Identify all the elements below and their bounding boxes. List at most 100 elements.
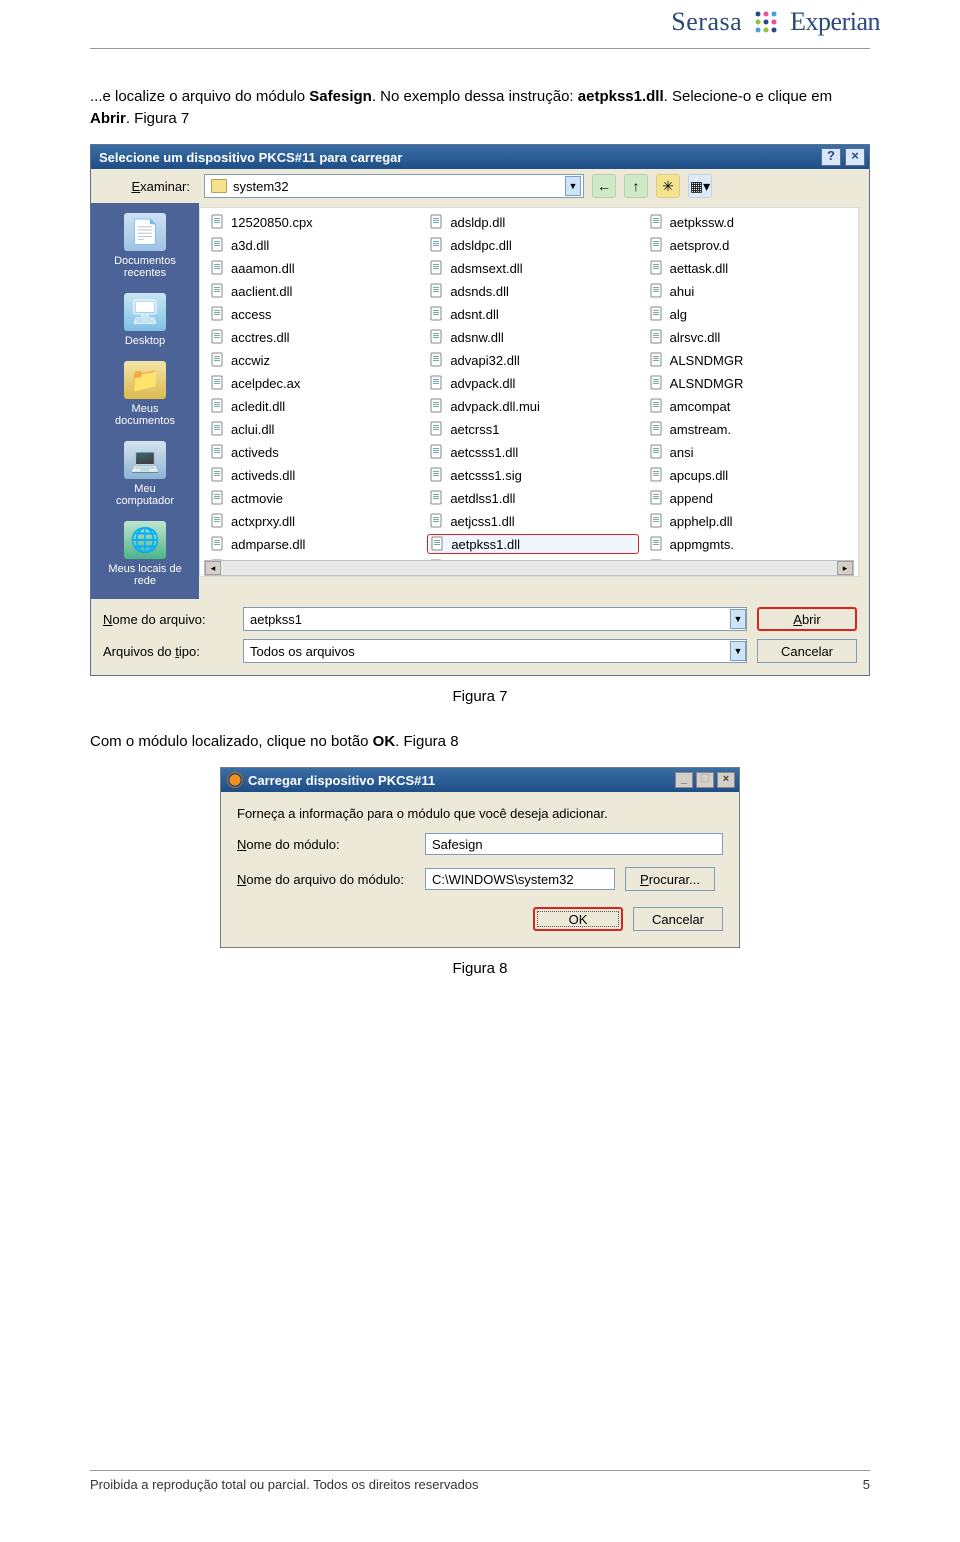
new-folder-icon[interactable]: ✳ xyxy=(656,174,680,198)
file-item[interactable]: adsldpc.dll xyxy=(427,235,638,255)
file-icon xyxy=(649,513,665,529)
file-item[interactable]: alg xyxy=(647,304,858,324)
file-icon xyxy=(649,329,665,345)
file-item[interactable]: aaamon.dll xyxy=(208,258,419,278)
file-name: ansi xyxy=(670,445,694,460)
scroll-right-button[interactable]: ▸ xyxy=(837,561,853,575)
back-icon[interactable]: ← xyxy=(592,174,616,198)
file-item[interactable]: access xyxy=(208,304,419,324)
file-icon xyxy=(210,513,226,529)
file-icon xyxy=(210,352,226,368)
file-list-pane[interactable]: 12520850.cpx a3d.dll aaamon.dll aaclient.dl… xyxy=(199,207,859,577)
module-name-input[interactable] xyxy=(425,833,723,855)
place-my-computer[interactable]: 💻 Meu computador xyxy=(97,437,193,513)
place-network[interactable]: 🌐 Meus locais de rede xyxy=(97,517,193,593)
file-name: accwiz xyxy=(231,353,270,368)
ok-button[interactable]: OK xyxy=(533,907,623,931)
dialog2-titlebar[interactable]: Carregar dispositivo PKCS#11 _ ☐ × xyxy=(221,768,739,792)
up-level-icon[interactable]: ↑ xyxy=(624,174,648,198)
file-name: advpack.dll.mui xyxy=(450,399,540,414)
chevron-down-icon[interactable]: ▼ xyxy=(730,609,746,629)
file-item[interactable]: adsnt.dll xyxy=(427,304,638,324)
file-item[interactable]: amcompat xyxy=(647,396,858,416)
file-item[interactable]: activeds.dll xyxy=(208,465,419,485)
scroll-left-button[interactable]: ◂ xyxy=(205,561,221,575)
file-item[interactable]: adsnds.dll xyxy=(427,281,638,301)
filename-input[interactable]: aetpkss1 ▼ xyxy=(243,607,747,631)
file-icon xyxy=(210,444,226,460)
file-item[interactable]: aetpkssw.d xyxy=(647,212,858,232)
close-button[interactable]: × xyxy=(845,148,865,166)
file-item[interactable]: alrsvc.dll xyxy=(647,327,858,347)
file-icon xyxy=(649,214,665,230)
file-icon xyxy=(429,467,445,483)
cancel-button[interactable]: Cancelar xyxy=(633,907,723,931)
file-item[interactable]: acctres.dll xyxy=(208,327,419,347)
maximize-button[interactable]: ☐ xyxy=(696,772,714,788)
file-item[interactable]: append xyxy=(647,488,858,508)
file-item[interactable]: aetjcss1.dll xyxy=(427,511,638,531)
file-item[interactable]: acelpdec.ax xyxy=(208,373,419,393)
file-item[interactable]: appmgmts. xyxy=(647,534,858,554)
place-my-docs[interactable]: 📁 Meus documentos xyxy=(97,357,193,433)
file-item[interactable]: aetdlss1.dll xyxy=(427,488,638,508)
file-item[interactable]: acledit.dll xyxy=(208,396,419,416)
file-item[interactable]: accwiz xyxy=(208,350,419,370)
file-item[interactable]: amstream. xyxy=(647,419,858,439)
file-item[interactable]: aetsprov.d xyxy=(647,235,858,255)
file-name: activeds xyxy=(231,445,279,460)
page-number: 5 xyxy=(863,1477,870,1492)
file-item[interactable]: aetcrss1 xyxy=(427,419,638,439)
file-item[interactable]: advpack.dll.mui xyxy=(427,396,638,416)
dialog-titlebar[interactable]: Selecione um dispositivo PKCS#11 para ca… xyxy=(91,145,869,169)
file-item[interactable]: adsnw.dll xyxy=(427,327,638,347)
file-item[interactable]: aaclient.dll xyxy=(208,281,419,301)
file-name: activeds.dll xyxy=(231,468,295,483)
examinar-label: Examinar: xyxy=(101,179,196,194)
file-name: access xyxy=(231,307,271,322)
help-button[interactable]: ? xyxy=(821,148,841,166)
open-button[interactable]: Abrir xyxy=(757,607,857,631)
horizontal-scrollbar[interactable]: ◂ ▸ xyxy=(204,560,854,576)
file-item[interactable]: 12520850.cpx xyxy=(208,212,419,232)
file-item[interactable]: aettask.dll xyxy=(647,258,858,278)
module-filename-input[interactable] xyxy=(425,868,615,890)
chevron-down-icon[interactable]: ▼ xyxy=(730,641,746,661)
file-item[interactable]: admparse.dll xyxy=(208,534,419,554)
browse-button[interactable]: Procurar... xyxy=(625,867,715,891)
place-desktop[interactable]: 🖥 Desktop xyxy=(97,289,193,353)
experian-logo: Experian xyxy=(790,7,880,37)
place-recent-docs[interactable]: 📄 Documentos recentes xyxy=(97,209,193,285)
file-item[interactable]: a3d.dll xyxy=(208,235,419,255)
file-item[interactable]: apphelp.dll xyxy=(647,511,858,531)
cancel-button[interactable]: Cancelar xyxy=(757,639,857,663)
file-item[interactable]: activeds xyxy=(208,442,419,462)
file-item[interactable]: adsmsext.dll xyxy=(427,258,638,278)
file-item[interactable]: aetpkss1.dll xyxy=(427,534,638,554)
file-item[interactable]: apcups.dll xyxy=(647,465,858,485)
look-in-dropdown[interactable]: system32 ▼ xyxy=(204,174,584,198)
view-menu-icon[interactable]: ▦▾ xyxy=(688,174,712,198)
file-icon xyxy=(649,260,665,276)
file-item[interactable]: actxprxy.dll xyxy=(208,511,419,531)
file-item[interactable]: advapi32.dll xyxy=(427,350,638,370)
filetype-dropdown[interactable]: Todos os arquivos ▼ xyxy=(243,639,747,663)
file-item[interactable]: adsldp.dll xyxy=(427,212,638,232)
file-item[interactable]: actmovie xyxy=(208,488,419,508)
file-item[interactable]: aclui.dll xyxy=(208,419,419,439)
file-icon xyxy=(210,536,226,552)
file-item[interactable]: aetcsss1.sig xyxy=(427,465,638,485)
close-button[interactable]: × xyxy=(717,772,735,788)
file-icon xyxy=(649,375,665,391)
file-item[interactable]: aetcsss1.dll xyxy=(427,442,638,462)
file-item[interactable]: ALSNDMGR xyxy=(647,373,858,393)
chevron-down-icon[interactable]: ▼ xyxy=(565,176,581,196)
minimize-button[interactable]: _ xyxy=(675,772,693,788)
file-name: amcompat xyxy=(670,399,731,414)
file-name: appmgmts. xyxy=(670,537,734,552)
file-item[interactable]: ahui xyxy=(647,281,858,301)
file-item[interactable]: ALSNDMGR xyxy=(647,350,858,370)
file-item[interactable]: ansi xyxy=(647,442,858,462)
file-icon xyxy=(210,260,226,276)
file-item[interactable]: advpack.dll xyxy=(427,373,638,393)
